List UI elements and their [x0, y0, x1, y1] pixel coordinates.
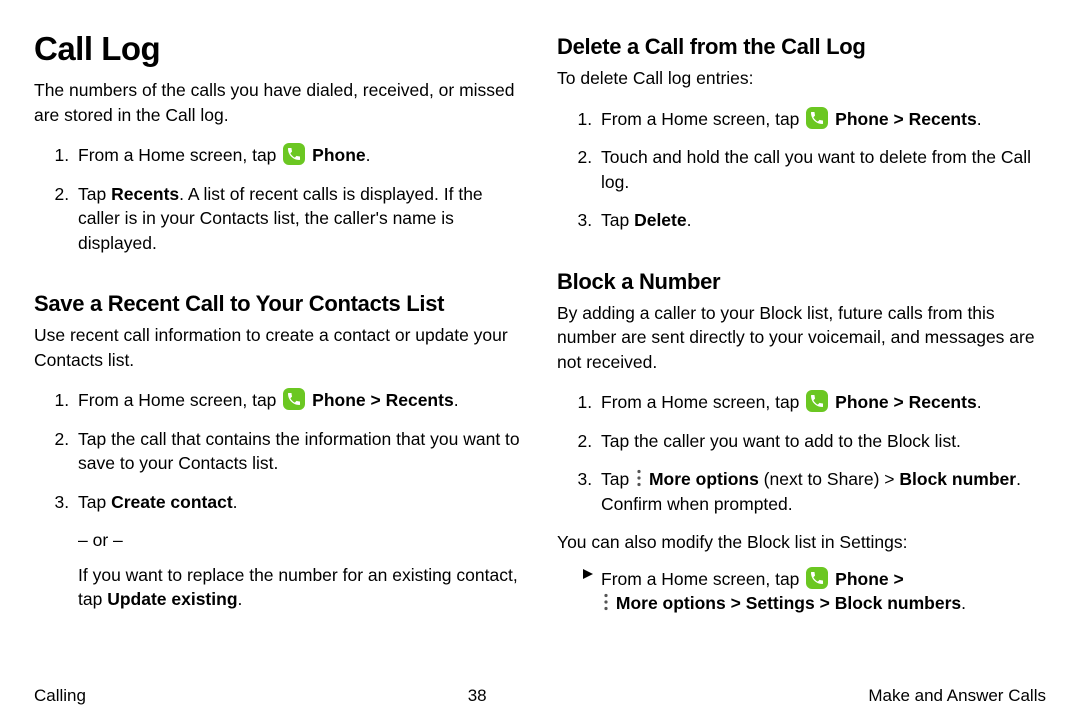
- text: .: [233, 492, 238, 512]
- text: >: [366, 390, 386, 410]
- right-column: Delete a Call from the Call Log To delet…: [557, 30, 1046, 676]
- page-number: 38: [468, 686, 487, 706]
- recents-label: Recents: [111, 184, 179, 204]
- page-footer: Calling 38 Make and Answer Calls: [34, 686, 1046, 706]
- text: >: [815, 593, 835, 613]
- block-settings-path: From a Home screen, tap Phone > More opt…: [581, 567, 1046, 616]
- or-text: – or –: [78, 528, 523, 553]
- footer-left: Calling: [34, 686, 86, 706]
- phone-label: Phone: [835, 569, 888, 589]
- save-intro: Use recent call information to create a …: [34, 323, 523, 372]
- phone-label: Phone: [835, 392, 888, 412]
- more-options-icon: [636, 469, 642, 487]
- text: .: [977, 392, 982, 412]
- list-item: Tap the call that contains the informati…: [74, 427, 523, 476]
- block-also-text: You can also modify the Block list in Se…: [557, 530, 1046, 555]
- call-log-steps: From a Home screen, tap Phone. Tap Recen…: [34, 143, 523, 269]
- list-item: Tap the caller you want to add to the Bl…: [597, 429, 1046, 454]
- recents-label: Recents: [909, 109, 977, 129]
- delete-intro: To delete Call log entries:: [557, 66, 1046, 91]
- text: Tap: [78, 184, 111, 204]
- phone-icon: [283, 388, 305, 410]
- list-item: From a Home screen, tap Phone.: [74, 143, 523, 168]
- footer-right: Make and Answer Calls: [868, 686, 1046, 706]
- update-existing-note: If you want to replace the number for an…: [78, 563, 523, 612]
- list-item: From a Home screen, tap Phone > Recents.: [597, 390, 1046, 415]
- phone-label: Phone: [312, 145, 365, 165]
- call-log-intro: The numbers of the calls you have dialed…: [34, 78, 523, 127]
- text: .: [238, 589, 243, 609]
- list-item: Tap Recents. A list of recent calls is d…: [74, 182, 523, 256]
- update-existing-label: Update existing: [107, 589, 237, 609]
- text: From a Home screen, tap: [601, 569, 804, 589]
- text: From a Home screen, tap: [601, 392, 804, 412]
- more-options-label: More options: [649, 469, 759, 489]
- list-item: From a Home screen, tap Phone > Recents.: [74, 388, 523, 413]
- settings-label: Settings: [746, 593, 815, 613]
- left-column: Call Log The numbers of the calls you ha…: [34, 30, 523, 676]
- text: >: [889, 109, 909, 129]
- list-item: Tap Create contact.: [74, 490, 523, 515]
- page-content: Call Log The numbers of the calls you ha…: [0, 0, 1080, 676]
- text: (next to Share) >: [759, 469, 900, 489]
- text: Tap: [78, 492, 111, 512]
- heading-save-recent: Save a Recent Call to Your Contacts List: [34, 291, 523, 317]
- phone-icon: [806, 107, 828, 129]
- phone-icon: [806, 567, 828, 589]
- create-contact-label: Create contact: [111, 492, 233, 512]
- more-options-icon: [603, 593, 609, 611]
- text: From a Home screen, tap Phone > More opt…: [601, 567, 1046, 616]
- heading-call-log: Call Log: [34, 30, 523, 68]
- text: .: [454, 390, 459, 410]
- save-steps: From a Home screen, tap Phone > Recents.…: [34, 388, 523, 528]
- block-number-label: Block number: [899, 469, 1016, 489]
- block-numbers-label: Block numbers: [835, 593, 961, 613]
- text: Tap: [601, 469, 634, 489]
- recents-label: Recents: [909, 392, 977, 412]
- triangle-bullet-icon: [581, 567, 595, 616]
- list-item: Tap Delete.: [597, 208, 1046, 233]
- heading-block-number: Block a Number: [557, 269, 1046, 295]
- delete-label: Delete: [634, 210, 687, 230]
- text: Tap: [601, 210, 634, 230]
- text: .: [961, 593, 966, 613]
- more-options-label: More options: [616, 593, 726, 613]
- text: >: [889, 569, 904, 589]
- list-item: Touch and hold the call you want to dele…: [597, 145, 1046, 194]
- phone-label: Phone: [835, 109, 888, 129]
- text: .: [687, 210, 692, 230]
- delete-steps: From a Home screen, tap Phone > Recents.…: [557, 107, 1046, 247]
- phone-icon: [806, 390, 828, 412]
- text: From a Home screen, tap: [601, 109, 804, 129]
- text: .: [366, 145, 371, 165]
- block-steps: From a Home screen, tap Phone > Recents.…: [557, 390, 1046, 530]
- recents-label: Recents: [386, 390, 454, 410]
- phone-icon: [283, 143, 305, 165]
- list-item: From a Home screen, tap Phone > Recents.: [597, 107, 1046, 132]
- text: From a Home screen, tap: [78, 390, 281, 410]
- phone-label: Phone: [312, 390, 365, 410]
- list-item: Tap More options (next to Share) > Block…: [597, 467, 1046, 516]
- text: >: [889, 392, 909, 412]
- text: .: [977, 109, 982, 129]
- heading-delete-call: Delete a Call from the Call Log: [557, 34, 1046, 60]
- block-intro: By adding a caller to your Block list, f…: [557, 301, 1046, 375]
- text: >: [726, 593, 746, 613]
- text: From a Home screen, tap: [78, 145, 281, 165]
